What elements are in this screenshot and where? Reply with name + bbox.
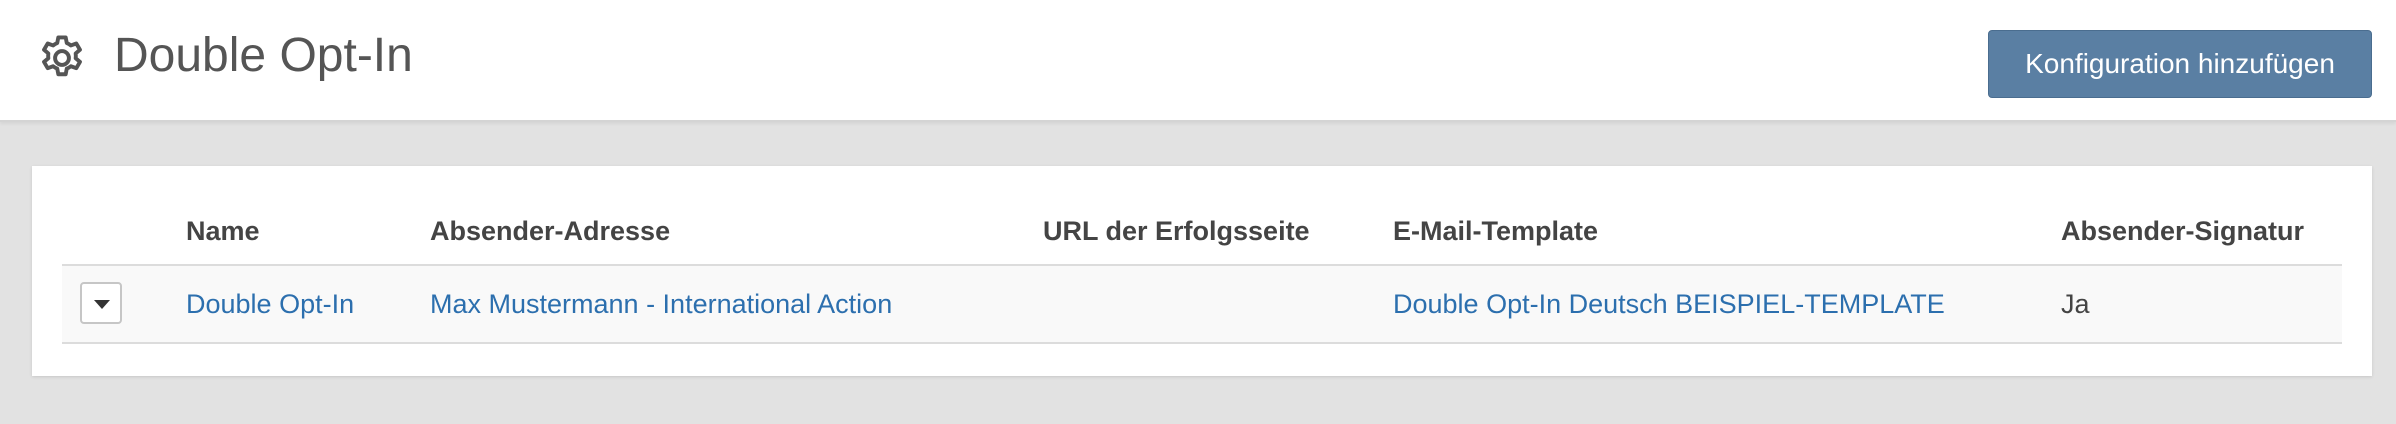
table-row: Double Opt-In Max Mustermann - Internati… [62, 266, 2342, 344]
table-header: Name Absender-Adresse URL der Erfolgssei… [62, 196, 2342, 266]
configuration-panel: Name Absender-Adresse URL der Erfolgssei… [32, 166, 2372, 376]
row-expand-toggle[interactable] [80, 282, 122, 324]
row-name-link[interactable]: Double Opt-In [186, 266, 354, 342]
add-configuration-button[interactable]: Konfiguration hinzufügen [1988, 30, 2372, 98]
row-signature: Ja [2061, 289, 2090, 319]
column-header-sender-address: Absender-Adresse [430, 216, 671, 246]
gear-icon [36, 32, 88, 84]
column-header-success-url: URL der Erfolgsseite [1043, 216, 1310, 246]
row-sender-link[interactable]: Max Mustermann - International Action [430, 266, 892, 342]
column-header-email-template: E-Mail-Template [1393, 216, 1599, 246]
column-header-sender-signature: Absender-Signatur [2061, 216, 2305, 246]
configuration-table: Name Absender-Adresse URL der Erfolgssei… [62, 196, 2342, 344]
page-header: Double Opt-In Konfiguration hinzufügen [0, 0, 2396, 122]
page-title: Double Opt-In [114, 29, 413, 82]
caret-down-icon [94, 300, 110, 309]
row-template-link[interactable]: Double Opt-In Deutsch BEISPIEL-TEMPLATE [1393, 266, 1945, 342]
column-header-name: Name [186, 216, 260, 246]
